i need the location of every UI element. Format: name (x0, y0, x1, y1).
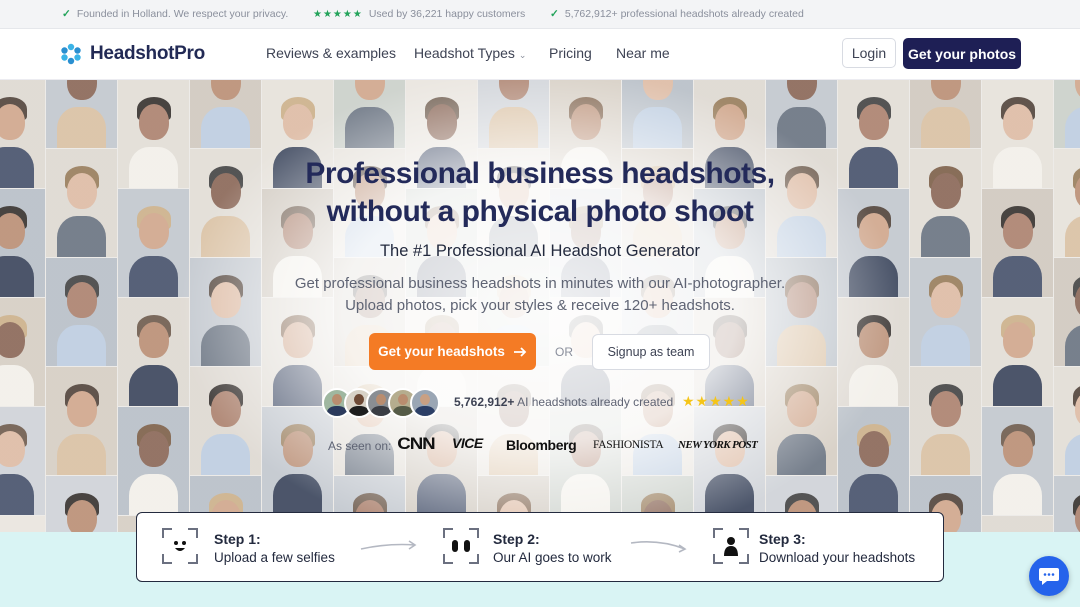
get-headshots-button[interactable]: Get your headshots (369, 333, 536, 370)
nav-reviews[interactable]: Reviews & examples (266, 45, 396, 61)
nav-pricing[interactable]: Pricing (549, 45, 592, 61)
login-button[interactable]: Login (842, 38, 896, 68)
brand-logo[interactable]: HeadshotPro (60, 43, 205, 65)
or-divider: OR (555, 345, 573, 359)
avatar (410, 388, 440, 418)
brand-name: HeadshotPro (90, 43, 205, 64)
chat-widget-button[interactable] (1029, 556, 1069, 596)
chevron-down-icon: ⌄ (518, 50, 527, 60)
privacy-note: ✓ Founded in Holland. We respect your pri… (62, 8, 289, 20)
ai-face-icon (443, 528, 479, 564)
selfie-icon (162, 528, 198, 564)
chat-bubble-icon (1039, 568, 1059, 585)
star-rating-icon: ★★★★★ (682, 393, 750, 409)
check-icon: ✓ (550, 8, 559, 20)
headshot-count: 5,762,912+ AI headshots already created (454, 395, 674, 409)
main-nav: HeadshotPro Reviews & examples Headshot … (0, 29, 1080, 80)
arrow-right-icon (513, 346, 527, 357)
step-2-title: Step 2: (493, 531, 540, 547)
nav-headshot-types[interactable]: Headshot Types ⌄ (414, 45, 526, 61)
as-seen-on-label: As seen on: (328, 439, 392, 453)
logo-icon (61, 43, 81, 65)
curved-arrow-icon (360, 540, 417, 550)
hero-subtitle: The #1 Professional AI Headshot Generato… (379, 242, 701, 260)
step-2-text: Our AI goes to work (493, 550, 612, 565)
get-photos-button[interactable]: Get your photos (903, 38, 1021, 69)
person-download-icon (713, 528, 749, 564)
signup-team-button[interactable]: Signup as team (592, 334, 710, 370)
hero-section: Professional business headshots, without… (0, 80, 1080, 532)
curved-arrow-icon (630, 541, 687, 553)
press-logo-fashionista: FASHIONISTA (593, 439, 664, 451)
announcement-bar: ✓ Founded in Holland. We respect your pri… (0, 0, 1080, 29)
step-1-text: Upload a few selfies (214, 550, 335, 565)
press-logo-vice: VICE (452, 435, 483, 451)
headshots-note: ✓ 5,762,912+ professional headshots alrea… (550, 8, 804, 20)
check-icon: ✓ (62, 8, 71, 20)
press-logo-cnn: CNN (397, 434, 435, 453)
step-1-title: Step 1: (214, 531, 261, 547)
step-3-title: Step 3: (759, 531, 806, 547)
hero-title: Professional business headshots, without… (305, 157, 775, 228)
steps-card: Step 1: Upload a few selfies Step 2: Our… (136, 512, 944, 582)
hero-description: Get professional business headshots in m… (294, 275, 786, 314)
nav-near-me[interactable]: Near me (616, 45, 670, 61)
star-rating-icon: ★★★★★ (313, 9, 363, 20)
press-logo-new-york-post: NEW YORK POST (678, 439, 758, 451)
step-3-text: Download your headshots (759, 550, 916, 565)
press-logo-bloomberg: Bloomberg (506, 437, 577, 453)
customers-note: ★★★★★ Used by 36,221 happy customers (313, 8, 526, 20)
